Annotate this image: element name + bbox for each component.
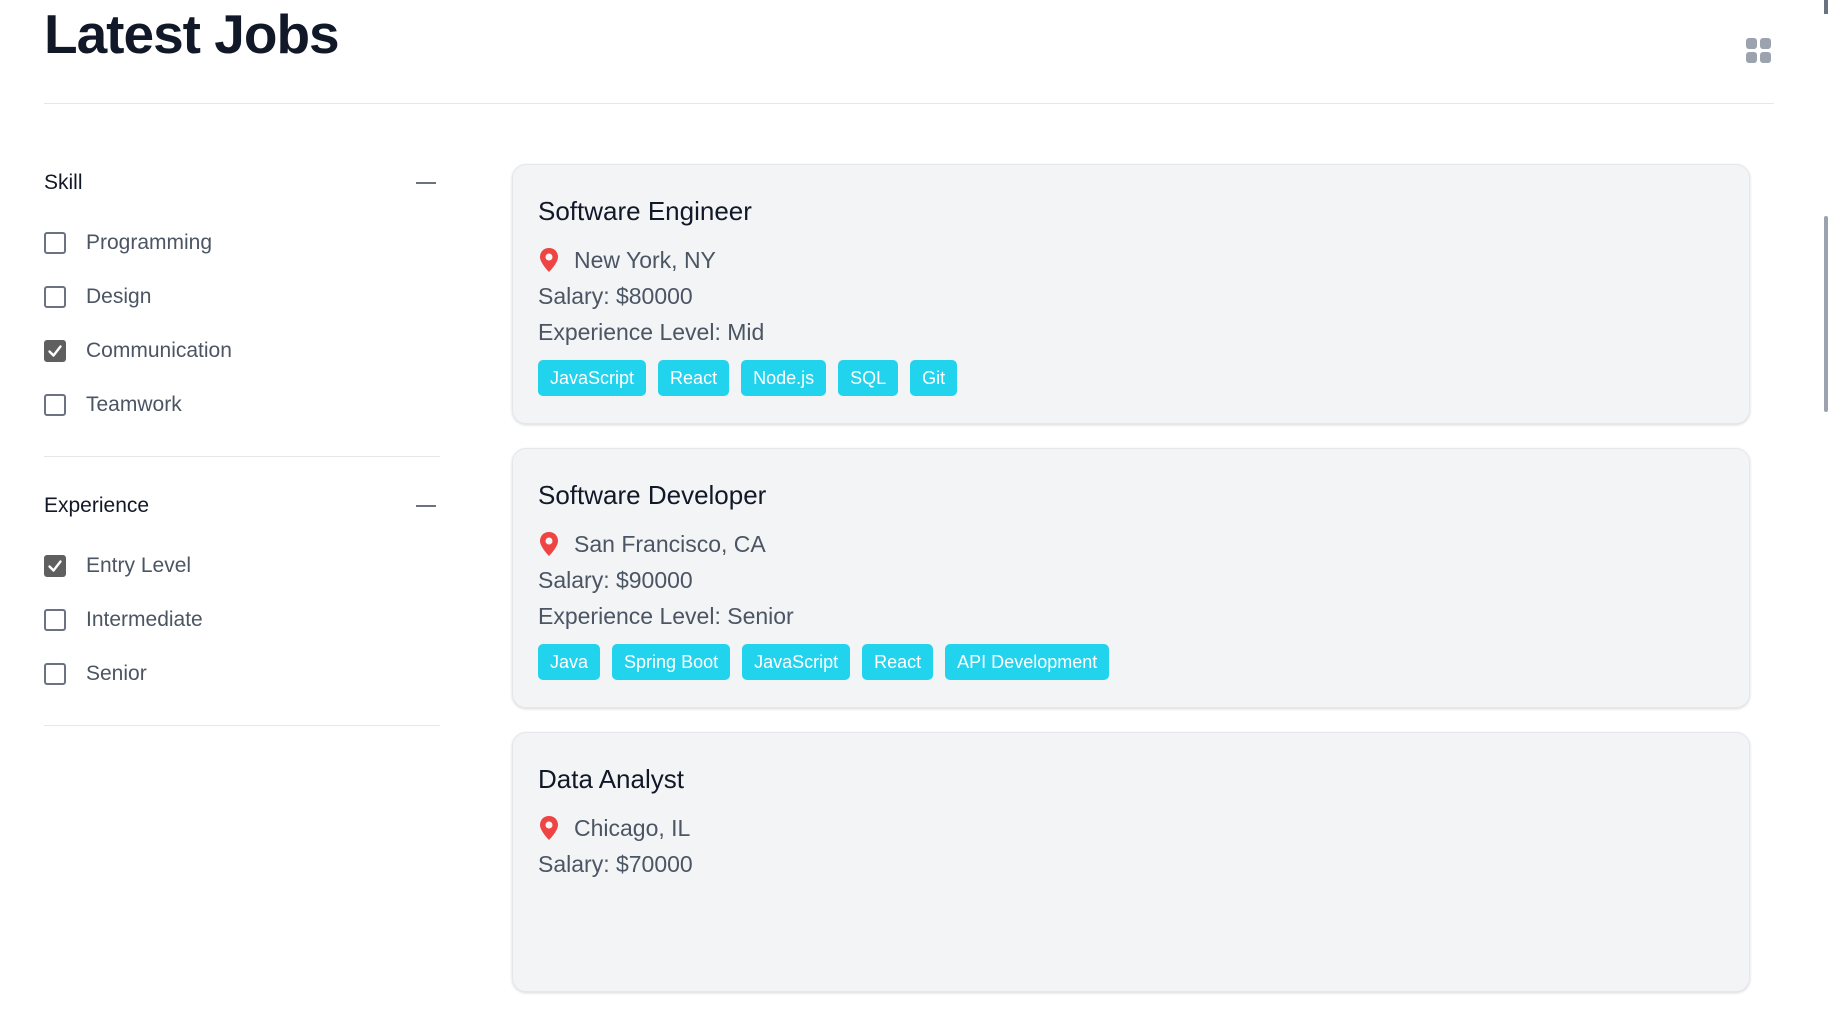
job-card[interactable]: Software Engineer New York, NY Salary: $… xyxy=(512,164,1750,424)
job-experience-level: Experience Level: Mid xyxy=(538,319,765,345)
location-pin-icon xyxy=(538,531,560,557)
page-title: Latest Jobs xyxy=(44,3,340,65)
grid-view-button[interactable] xyxy=(1744,36,1774,66)
location-pin-icon xyxy=(538,247,560,273)
job-card[interactable]: Data Analyst Chicago, IL Salary: $70000 xyxy=(512,732,1750,992)
location-text: San Francisco, CA xyxy=(574,530,766,557)
job-list: Software Engineer New York, NY Salary: $… xyxy=(512,164,1750,1016)
filter-header-experience[interactable]: Experience xyxy=(44,491,440,521)
job-location: Chicago, IL xyxy=(538,810,1724,846)
job-title[interactable]: Software Developer xyxy=(538,478,1724,512)
checkbox[interactable] xyxy=(44,609,66,631)
skill-tag[interactable]: Java xyxy=(538,644,601,680)
skill-tag[interactable]: Spring Boot xyxy=(612,644,731,680)
job-salary: Salary: $90000 xyxy=(538,567,693,593)
skill-tag[interactable]: React xyxy=(658,360,730,396)
filter-option-intermediate[interactable]: Intermediate xyxy=(44,593,440,647)
job-salary: Salary: $70000 xyxy=(538,851,693,877)
filter-option-programming[interactable]: Programming xyxy=(44,216,440,270)
filter-option-communication[interactable]: Communication xyxy=(44,324,440,378)
location-pin-icon xyxy=(538,815,560,841)
job-title[interactable]: Data Analyst xyxy=(538,762,1724,796)
skill-tag[interactable]: JavaScript xyxy=(538,360,647,396)
filter-title: Experience xyxy=(44,494,150,517)
header: Latest Jobs xyxy=(44,0,1774,104)
option-label: Programming xyxy=(86,231,213,254)
filter-sidebar: Skill Programming Design Communication T… xyxy=(44,150,440,726)
scrollbar-thumb[interactable] xyxy=(1824,216,1828,412)
check-icon xyxy=(48,560,62,572)
skill-tag[interactable]: Node.js xyxy=(741,360,827,396)
location-text: Chicago, IL xyxy=(574,814,691,841)
option-label: Intermediate xyxy=(86,608,203,631)
page: Latest Jobs Skill Programming Design Com… xyxy=(44,0,1774,992)
filter-option-design[interactable]: Design xyxy=(44,270,440,324)
option-label: Senior xyxy=(86,662,147,685)
checkbox[interactable] xyxy=(44,663,66,685)
minus-icon[interactable] xyxy=(416,182,436,184)
job-location: San Francisco, CA xyxy=(538,526,1724,562)
minus-icon[interactable] xyxy=(416,505,436,507)
filter-section-skill: Skill Programming Design Communication T… xyxy=(44,150,440,457)
job-experience-level: Experience Level: Senior xyxy=(538,603,794,629)
skill-tags: Java Spring Boot JavaScript React API De… xyxy=(538,644,1724,680)
skill-tags: JavaScript React Node.js SQL Git xyxy=(538,360,1724,396)
filter-header-skill[interactable]: Skill xyxy=(44,168,440,198)
skill-tag[interactable]: SQL xyxy=(838,360,899,396)
skill-tag[interactable]: React xyxy=(862,644,934,680)
skill-tag[interactable]: API Development xyxy=(945,644,1110,680)
scrollbar-arrow[interactable] xyxy=(1824,0,1828,14)
option-label: Communication xyxy=(86,339,232,362)
filter-title: Skill xyxy=(44,171,83,194)
checkbox[interactable] xyxy=(44,394,66,416)
filter-section-experience: Experience Entry Level Intermediate Seni… xyxy=(44,457,440,726)
job-salary: Salary: $80000 xyxy=(538,283,693,309)
option-label: Design xyxy=(86,285,152,308)
grid-icon xyxy=(1744,36,1774,66)
option-label: Teamwork xyxy=(86,393,182,416)
checkbox[interactable] xyxy=(44,286,66,308)
option-label: Entry Level xyxy=(86,554,192,577)
filter-option-teamwork[interactable]: Teamwork xyxy=(44,378,440,432)
job-title[interactable]: Software Engineer xyxy=(538,194,1724,228)
job-card[interactable]: Software Developer San Francisco, CA Sal… xyxy=(512,448,1750,708)
checkbox[interactable] xyxy=(44,232,66,254)
filter-option-senior[interactable]: Senior xyxy=(44,647,440,701)
checkbox[interactable] xyxy=(44,555,66,577)
skill-tag[interactable]: Git xyxy=(910,360,958,396)
job-location: New York, NY xyxy=(538,242,1724,278)
checkbox[interactable] xyxy=(44,340,66,362)
location-text: New York, NY xyxy=(574,246,716,273)
filter-option-entry-level[interactable]: Entry Level xyxy=(44,539,440,593)
skill-tag[interactable]: JavaScript xyxy=(742,644,851,680)
check-icon xyxy=(48,345,62,357)
